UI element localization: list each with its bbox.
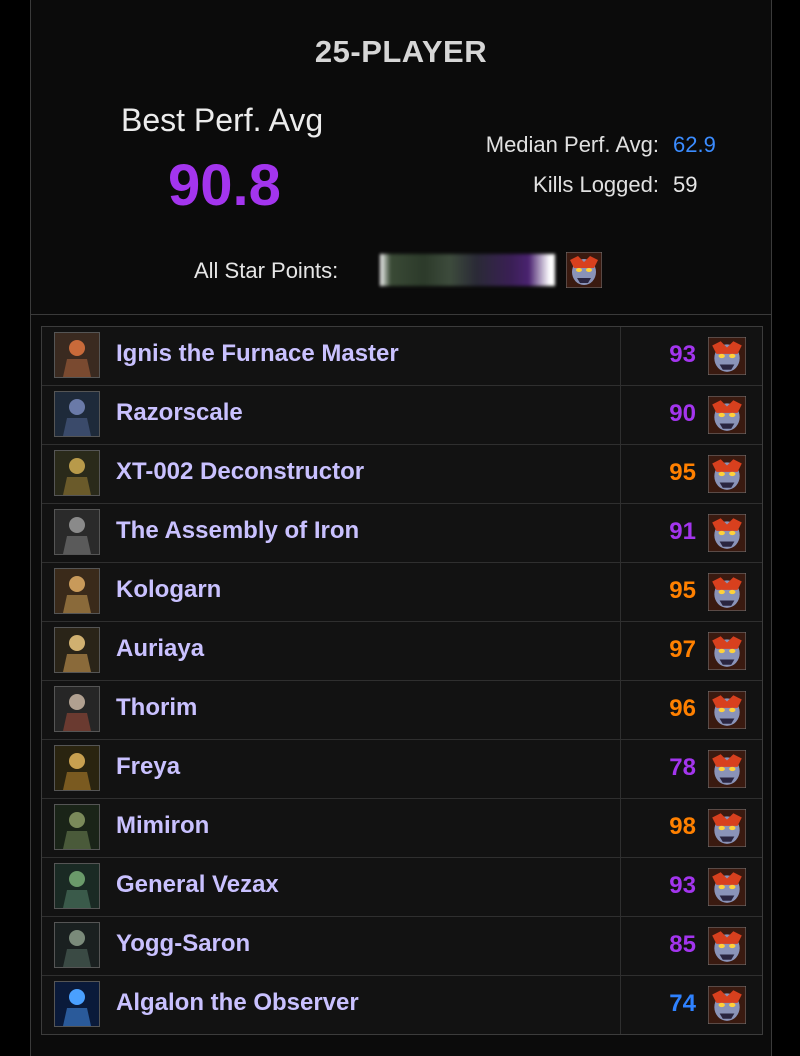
boss-name[interactable]: Yogg-Saron bbox=[116, 930, 250, 958]
boss-score: 90 bbox=[669, 400, 696, 427]
auriaya-portrait-icon bbox=[54, 627, 100, 673]
boss-row[interactable]: Mimiron 98 bbox=[42, 799, 762, 858]
shadow-priest-spec-icon bbox=[566, 252, 602, 288]
razorscale-portrait-icon bbox=[54, 391, 100, 437]
shadow-priest-spec-icon bbox=[708, 573, 746, 611]
xt002-portrait-icon bbox=[54, 450, 100, 496]
boss-name[interactable]: Kologarn bbox=[116, 576, 221, 604]
boss-name[interactable]: General Vezax bbox=[116, 871, 279, 899]
shadow-priest-spec-icon bbox=[708, 396, 746, 434]
kologarn-portrait-icon bbox=[54, 568, 100, 614]
ignis-portrait-icon bbox=[54, 332, 100, 378]
boss-cell: Yogg-Saron bbox=[42, 917, 621, 975]
boss-score: 98 bbox=[669, 813, 696, 840]
boss-row[interactable]: Yogg-Saron 85 bbox=[42, 917, 762, 976]
difficulty-title: 25-PLAYER bbox=[314, 34, 488, 69]
boss-table: Ignis the Furnace Master 93 Razorscale 9… bbox=[41, 326, 763, 1035]
shadow-priest-spec-icon bbox=[708, 455, 746, 493]
boss-cell: The Assembly of Iron bbox=[42, 504, 621, 562]
boss-row[interactable]: Ignis the Furnace Master 93 bbox=[42, 327, 762, 386]
boss-name[interactable]: Razorscale bbox=[116, 399, 243, 427]
star-points-label: All Star Points: bbox=[194, 258, 339, 283]
boss-cell: XT-002 Deconstructor bbox=[42, 445, 621, 503]
boss-name[interactable]: The Assembly of Iron bbox=[116, 517, 359, 545]
boss-cell: Razorscale bbox=[42, 386, 621, 444]
shadow-priest-spec-icon bbox=[708, 868, 746, 906]
boss-name[interactable]: Algalon the Observer bbox=[116, 989, 359, 1017]
freya-portrait-icon bbox=[54, 745, 100, 791]
vezax-portrait-icon bbox=[54, 863, 100, 909]
shadow-priest-spec-icon bbox=[708, 750, 746, 788]
ranking-panel: 25-PLAYER Best Perf. Avg 90.8 Median Per… bbox=[30, 0, 772, 1056]
boss-score: 95 bbox=[669, 459, 696, 486]
boss-row[interactable]: Razorscale 90 bbox=[42, 386, 762, 445]
boss-name[interactable]: Auriaya bbox=[116, 635, 204, 663]
boss-score: 93 bbox=[669, 341, 696, 368]
thorim-portrait-icon bbox=[54, 686, 100, 732]
shadow-priest-spec-icon bbox=[708, 927, 746, 965]
yogg-saron-portrait-icon bbox=[54, 922, 100, 968]
boss-cell: Kologarn bbox=[42, 563, 621, 621]
boss-name[interactable]: Thorim bbox=[116, 694, 197, 722]
shadow-priest-spec-icon bbox=[708, 337, 746, 375]
algalon-portrait-icon bbox=[54, 981, 100, 1027]
assembly-portrait-icon bbox=[54, 509, 100, 555]
boss-cell: Algalon the Observer bbox=[42, 976, 621, 1034]
kills-logged-label: Kills Logged: bbox=[533, 172, 659, 197]
mimiron-portrait-icon bbox=[54, 804, 100, 850]
kills-logged-value: 59 bbox=[673, 172, 698, 197]
boss-row[interactable]: XT-002 Deconstructor 95 bbox=[42, 445, 762, 504]
boss-cell: Mimiron bbox=[42, 799, 621, 857]
shadow-priest-spec-icon bbox=[708, 986, 746, 1024]
star-points-redacted bbox=[380, 254, 555, 286]
median-perf-value: 62.9 bbox=[673, 132, 716, 157]
best-perf-value: 90.8 bbox=[168, 153, 281, 218]
boss-name[interactable]: Mimiron bbox=[116, 812, 209, 840]
boss-cell: General Vezax bbox=[42, 858, 621, 916]
shadow-priest-spec-icon bbox=[708, 514, 746, 552]
boss-score: 91 bbox=[669, 518, 696, 545]
shadow-priest-spec-icon bbox=[708, 632, 746, 670]
boss-row[interactable]: Thorim 96 bbox=[42, 681, 762, 740]
median-perf-label: Median Perf. Avg: bbox=[485, 132, 659, 157]
boss-score: 93 bbox=[669, 872, 696, 899]
boss-row[interactable]: Kologarn 95 bbox=[42, 563, 762, 622]
boss-row[interactable]: Freya 78 bbox=[42, 740, 762, 799]
boss-cell: Thorim bbox=[42, 681, 621, 739]
boss-name[interactable]: Freya bbox=[116, 753, 180, 781]
boss-row[interactable]: Auriaya 97 bbox=[42, 622, 762, 681]
boss-cell: Ignis the Furnace Master bbox=[42, 327, 621, 385]
shadow-priest-spec-icon bbox=[708, 809, 746, 847]
boss-score: 95 bbox=[669, 577, 696, 604]
boss-cell: Freya bbox=[42, 740, 621, 798]
boss-row[interactable]: Algalon the Observer 74 bbox=[42, 976, 762, 1034]
boss-cell: Auriaya bbox=[42, 622, 621, 680]
boss-score: 85 bbox=[669, 931, 696, 958]
boss-score: 78 bbox=[669, 754, 696, 781]
boss-row[interactable]: The Assembly of Iron 91 bbox=[42, 504, 762, 563]
summary-header: 25-PLAYER Best Perf. Avg 90.8 Median Per… bbox=[31, 0, 771, 315]
boss-name[interactable]: Ignis the Furnace Master bbox=[116, 340, 399, 368]
best-perf-label: Best Perf. Avg bbox=[121, 102, 324, 138]
boss-score: 74 bbox=[669, 990, 696, 1017]
boss-score: 97 bbox=[669, 636, 696, 663]
shadow-priest-spec-icon bbox=[708, 691, 746, 729]
boss-row[interactable]: General Vezax 93 bbox=[42, 858, 762, 917]
boss-name[interactable]: XT-002 Deconstructor bbox=[116, 458, 364, 486]
boss-score: 96 bbox=[669, 695, 696, 722]
